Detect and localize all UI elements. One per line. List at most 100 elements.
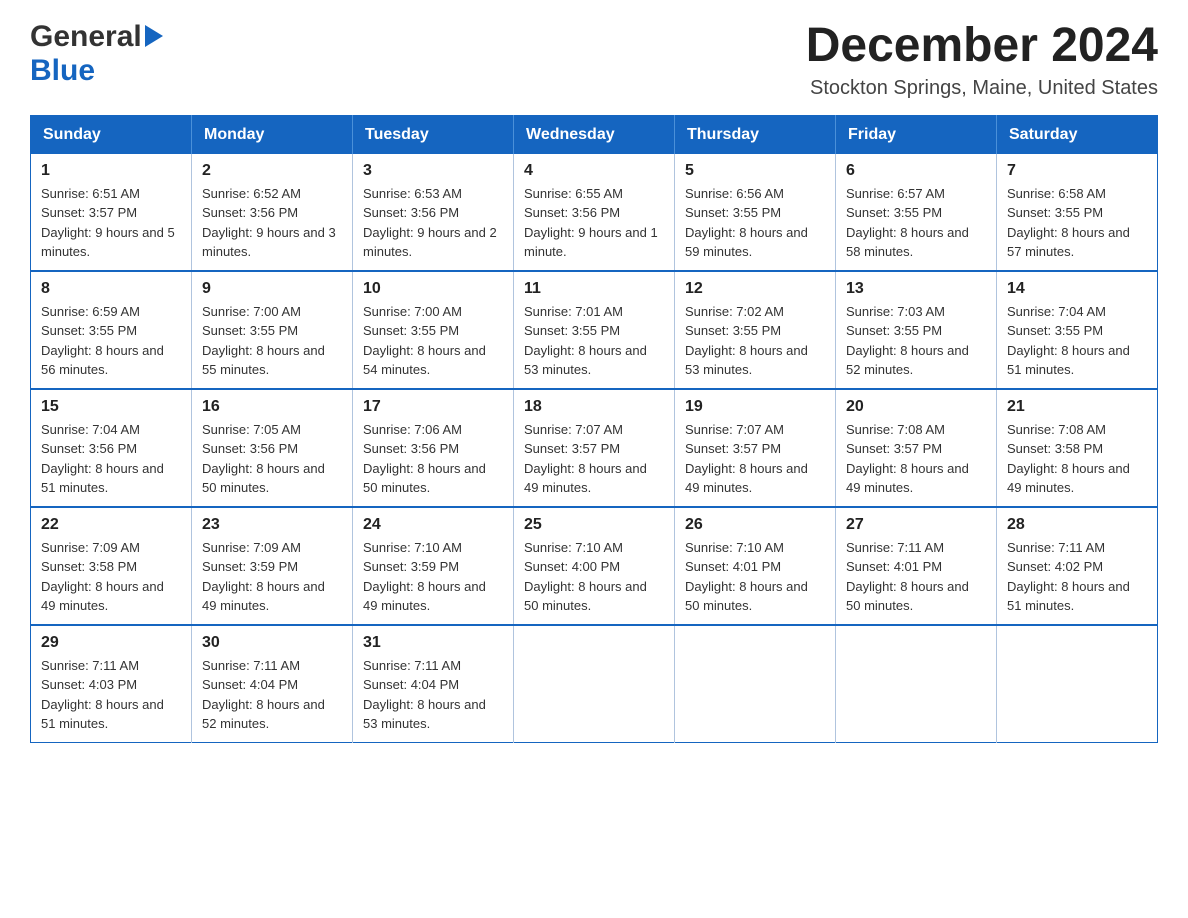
title-section: December 2024 Stockton Springs, Maine, U… (806, 20, 1158, 100)
day-number: 18 (524, 398, 664, 416)
weekday-header-thursday: Thursday (675, 115, 836, 154)
calendar-day-cell: 4 Sunrise: 6:55 AMSunset: 3:56 PMDayligh… (514, 154, 675, 271)
weekday-header-wednesday: Wednesday (514, 115, 675, 154)
calendar-day-cell: 3 Sunrise: 6:53 AMSunset: 3:56 PMDayligh… (353, 154, 514, 271)
empty-day-cell (997, 625, 1158, 743)
day-info: Sunrise: 7:10 AMSunset: 3:59 PMDaylight:… (363, 538, 503, 616)
day-info: Sunrise: 6:53 AMSunset: 3:56 PMDaylight:… (363, 184, 503, 262)
day-number: 23 (202, 516, 342, 534)
day-number: 7 (1007, 162, 1147, 180)
day-number: 19 (685, 398, 825, 416)
page-header: General Blue December 2024 Stockton Spri… (30, 20, 1158, 100)
day-number: 27 (846, 516, 986, 534)
calendar-week-row: 22 Sunrise: 7:09 AMSunset: 3:58 PMDaylig… (31, 507, 1158, 625)
day-info: Sunrise: 7:11 AMSunset: 4:01 PMDaylight:… (846, 538, 986, 616)
calendar-day-cell: 18 Sunrise: 7:07 AMSunset: 3:57 PMDaylig… (514, 389, 675, 507)
weekday-header-tuesday: Tuesday (353, 115, 514, 154)
day-number: 1 (41, 162, 181, 180)
day-number: 17 (363, 398, 503, 416)
weekday-header-saturday: Saturday (997, 115, 1158, 154)
day-info: Sunrise: 7:09 AMSunset: 3:59 PMDaylight:… (202, 538, 342, 616)
day-info: Sunrise: 7:10 AMSunset: 4:01 PMDaylight:… (685, 538, 825, 616)
logo-blue-text: Blue (30, 54, 95, 87)
calendar-day-cell: 27 Sunrise: 7:11 AMSunset: 4:01 PMDaylig… (836, 507, 997, 625)
calendar-day-cell: 14 Sunrise: 7:04 AMSunset: 3:55 PMDaylig… (997, 271, 1158, 389)
day-number: 20 (846, 398, 986, 416)
calendar-day-cell: 30 Sunrise: 7:11 AMSunset: 4:04 PMDaylig… (192, 625, 353, 743)
calendar-day-cell: 2 Sunrise: 6:52 AMSunset: 3:56 PMDayligh… (192, 154, 353, 271)
day-info: Sunrise: 7:11 AMSunset: 4:02 PMDaylight:… (1007, 538, 1147, 616)
day-number: 16 (202, 398, 342, 416)
day-info: Sunrise: 7:04 AMSunset: 3:56 PMDaylight:… (41, 420, 181, 498)
day-info: Sunrise: 7:11 AMSunset: 4:03 PMDaylight:… (41, 656, 181, 734)
calendar-day-cell: 24 Sunrise: 7:10 AMSunset: 3:59 PMDaylig… (353, 507, 514, 625)
calendar-week-row: 15 Sunrise: 7:04 AMSunset: 3:56 PMDaylig… (31, 389, 1158, 507)
calendar-day-cell: 29 Sunrise: 7:11 AMSunset: 4:03 PMDaylig… (31, 625, 192, 743)
calendar-week-row: 29 Sunrise: 7:11 AMSunset: 4:03 PMDaylig… (31, 625, 1158, 743)
calendar-day-cell: 21 Sunrise: 7:08 AMSunset: 3:58 PMDaylig… (997, 389, 1158, 507)
day-number: 8 (41, 280, 181, 298)
calendar-day-cell: 9 Sunrise: 7:00 AMSunset: 3:55 PMDayligh… (192, 271, 353, 389)
weekday-header-friday: Friday (836, 115, 997, 154)
calendar-day-cell: 28 Sunrise: 7:11 AMSunset: 4:02 PMDaylig… (997, 507, 1158, 625)
day-info: Sunrise: 7:02 AMSunset: 3:55 PMDaylight:… (685, 302, 825, 380)
day-info: Sunrise: 6:51 AMSunset: 3:57 PMDaylight:… (41, 184, 181, 262)
calendar-day-cell: 22 Sunrise: 7:09 AMSunset: 3:58 PMDaylig… (31, 507, 192, 625)
day-number: 11 (524, 280, 664, 298)
day-info: Sunrise: 6:59 AMSunset: 3:55 PMDaylight:… (41, 302, 181, 380)
day-number: 12 (685, 280, 825, 298)
calendar-day-cell: 25 Sunrise: 7:10 AMSunset: 4:00 PMDaylig… (514, 507, 675, 625)
empty-day-cell (836, 625, 997, 743)
day-info: Sunrise: 7:10 AMSunset: 4:00 PMDaylight:… (524, 538, 664, 616)
calendar-table: SundayMondayTuesdayWednesdayThursdayFrid… (30, 115, 1158, 743)
day-number: 29 (41, 634, 181, 652)
day-info: Sunrise: 6:52 AMSunset: 3:56 PMDaylight:… (202, 184, 342, 262)
day-info: Sunrise: 7:03 AMSunset: 3:55 PMDaylight:… (846, 302, 986, 380)
day-number: 10 (363, 280, 503, 298)
calendar-day-cell: 13 Sunrise: 7:03 AMSunset: 3:55 PMDaylig… (836, 271, 997, 389)
calendar-day-cell: 12 Sunrise: 7:02 AMSunset: 3:55 PMDaylig… (675, 271, 836, 389)
calendar-day-cell: 19 Sunrise: 7:07 AMSunset: 3:57 PMDaylig… (675, 389, 836, 507)
calendar-day-cell: 23 Sunrise: 7:09 AMSunset: 3:59 PMDaylig… (192, 507, 353, 625)
calendar-day-cell: 11 Sunrise: 7:01 AMSunset: 3:55 PMDaylig… (514, 271, 675, 389)
day-info: Sunrise: 6:57 AMSunset: 3:55 PMDaylight:… (846, 184, 986, 262)
calendar-day-cell: 10 Sunrise: 7:00 AMSunset: 3:55 PMDaylig… (353, 271, 514, 389)
day-number: 13 (846, 280, 986, 298)
logo: General Blue (30, 20, 163, 88)
calendar-week-row: 8 Sunrise: 6:59 AMSunset: 3:55 PMDayligh… (31, 271, 1158, 389)
day-number: 31 (363, 634, 503, 652)
empty-day-cell (514, 625, 675, 743)
day-info: Sunrise: 6:58 AMSunset: 3:55 PMDaylight:… (1007, 184, 1147, 262)
day-info: Sunrise: 6:55 AMSunset: 3:56 PMDaylight:… (524, 184, 664, 262)
day-info: Sunrise: 6:56 AMSunset: 3:55 PMDaylight:… (685, 184, 825, 262)
day-number: 15 (41, 398, 181, 416)
day-number: 22 (41, 516, 181, 534)
day-number: 6 (846, 162, 986, 180)
day-info: Sunrise: 7:11 AMSunset: 4:04 PMDaylight:… (202, 656, 342, 734)
logo-general-text: General (30, 20, 142, 54)
day-info: Sunrise: 7:05 AMSunset: 3:56 PMDaylight:… (202, 420, 342, 498)
day-info: Sunrise: 7:11 AMSunset: 4:04 PMDaylight:… (363, 656, 503, 734)
calendar-day-cell: 26 Sunrise: 7:10 AMSunset: 4:01 PMDaylig… (675, 507, 836, 625)
calendar-day-cell: 1 Sunrise: 6:51 AMSunset: 3:57 PMDayligh… (31, 154, 192, 271)
calendar-day-cell: 6 Sunrise: 6:57 AMSunset: 3:55 PMDayligh… (836, 154, 997, 271)
calendar-day-cell: 7 Sunrise: 6:58 AMSunset: 3:55 PMDayligh… (997, 154, 1158, 271)
calendar-day-cell: 5 Sunrise: 6:56 AMSunset: 3:55 PMDayligh… (675, 154, 836, 271)
weekday-header-row: SundayMondayTuesdayWednesdayThursdayFrid… (31, 115, 1158, 154)
day-info: Sunrise: 7:09 AMSunset: 3:58 PMDaylight:… (41, 538, 181, 616)
day-info: Sunrise: 7:08 AMSunset: 3:58 PMDaylight:… (1007, 420, 1147, 498)
day-info: Sunrise: 7:07 AMSunset: 3:57 PMDaylight:… (524, 420, 664, 498)
day-info: Sunrise: 7:01 AMSunset: 3:55 PMDaylight:… (524, 302, 664, 380)
calendar-day-cell: 17 Sunrise: 7:06 AMSunset: 3:56 PMDaylig… (353, 389, 514, 507)
day-info: Sunrise: 7:08 AMSunset: 3:57 PMDaylight:… (846, 420, 986, 498)
day-info: Sunrise: 7:00 AMSunset: 3:55 PMDaylight:… (363, 302, 503, 380)
calendar-week-row: 1 Sunrise: 6:51 AMSunset: 3:57 PMDayligh… (31, 154, 1158, 271)
day-number: 5 (685, 162, 825, 180)
day-number: 26 (685, 516, 825, 534)
day-number: 2 (202, 162, 342, 180)
day-number: 28 (1007, 516, 1147, 534)
day-info: Sunrise: 7:00 AMSunset: 3:55 PMDaylight:… (202, 302, 342, 380)
month-title: December 2024 (806, 20, 1158, 73)
day-number: 14 (1007, 280, 1147, 298)
day-number: 9 (202, 280, 342, 298)
